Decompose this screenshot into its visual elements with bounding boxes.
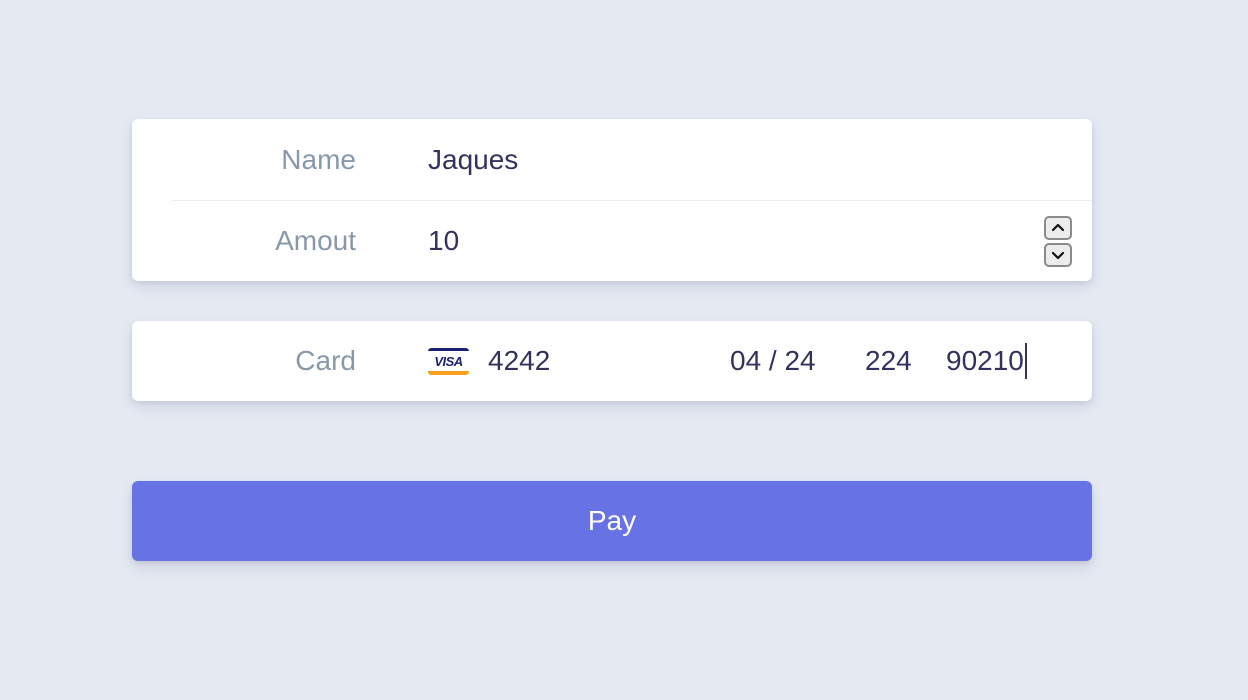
amount-input[interactable]: 10 bbox=[428, 225, 459, 257]
increment-button[interactable] bbox=[1044, 216, 1072, 240]
card-number-input[interactable]: 4242 bbox=[488, 345, 550, 377]
visa-brand-text: VISA bbox=[434, 354, 463, 369]
card-row: Card VISA 4242 04 / 24 224 90210 bbox=[132, 321, 1092, 401]
text-cursor bbox=[1024, 343, 1027, 379]
pay-button[interactable]: Pay bbox=[132, 481, 1092, 561]
decrement-button[interactable] bbox=[1044, 243, 1072, 267]
name-row: Name Jaques bbox=[132, 119, 1092, 200]
chevron-up-icon bbox=[1051, 223, 1065, 232]
card-expiry-input[interactable]: 04 / 24 bbox=[730, 345, 816, 377]
amount-stepper bbox=[1044, 216, 1072, 267]
amount-label: Amout bbox=[275, 224, 356, 256]
card-label: Card bbox=[295, 345, 356, 376]
card-zip-input[interactable]: 90210 bbox=[946, 345, 1024, 377]
details-card: Name Jaques Amout 10 bbox=[132, 119, 1092, 281]
name-input[interactable]: Jaques bbox=[428, 144, 518, 176]
card-cvc-input[interactable]: 224 bbox=[865, 345, 912, 377]
card-element: Card VISA 4242 04 / 24 224 90210 bbox=[132, 321, 1092, 401]
card-zip-field[interactable]: 90210 bbox=[946, 343, 1027, 379]
chevron-down-icon bbox=[1051, 251, 1065, 260]
name-label: Name bbox=[281, 143, 356, 175]
amount-row: Amout 10 bbox=[132, 200, 1092, 281]
visa-card-icon: VISA bbox=[428, 348, 469, 375]
